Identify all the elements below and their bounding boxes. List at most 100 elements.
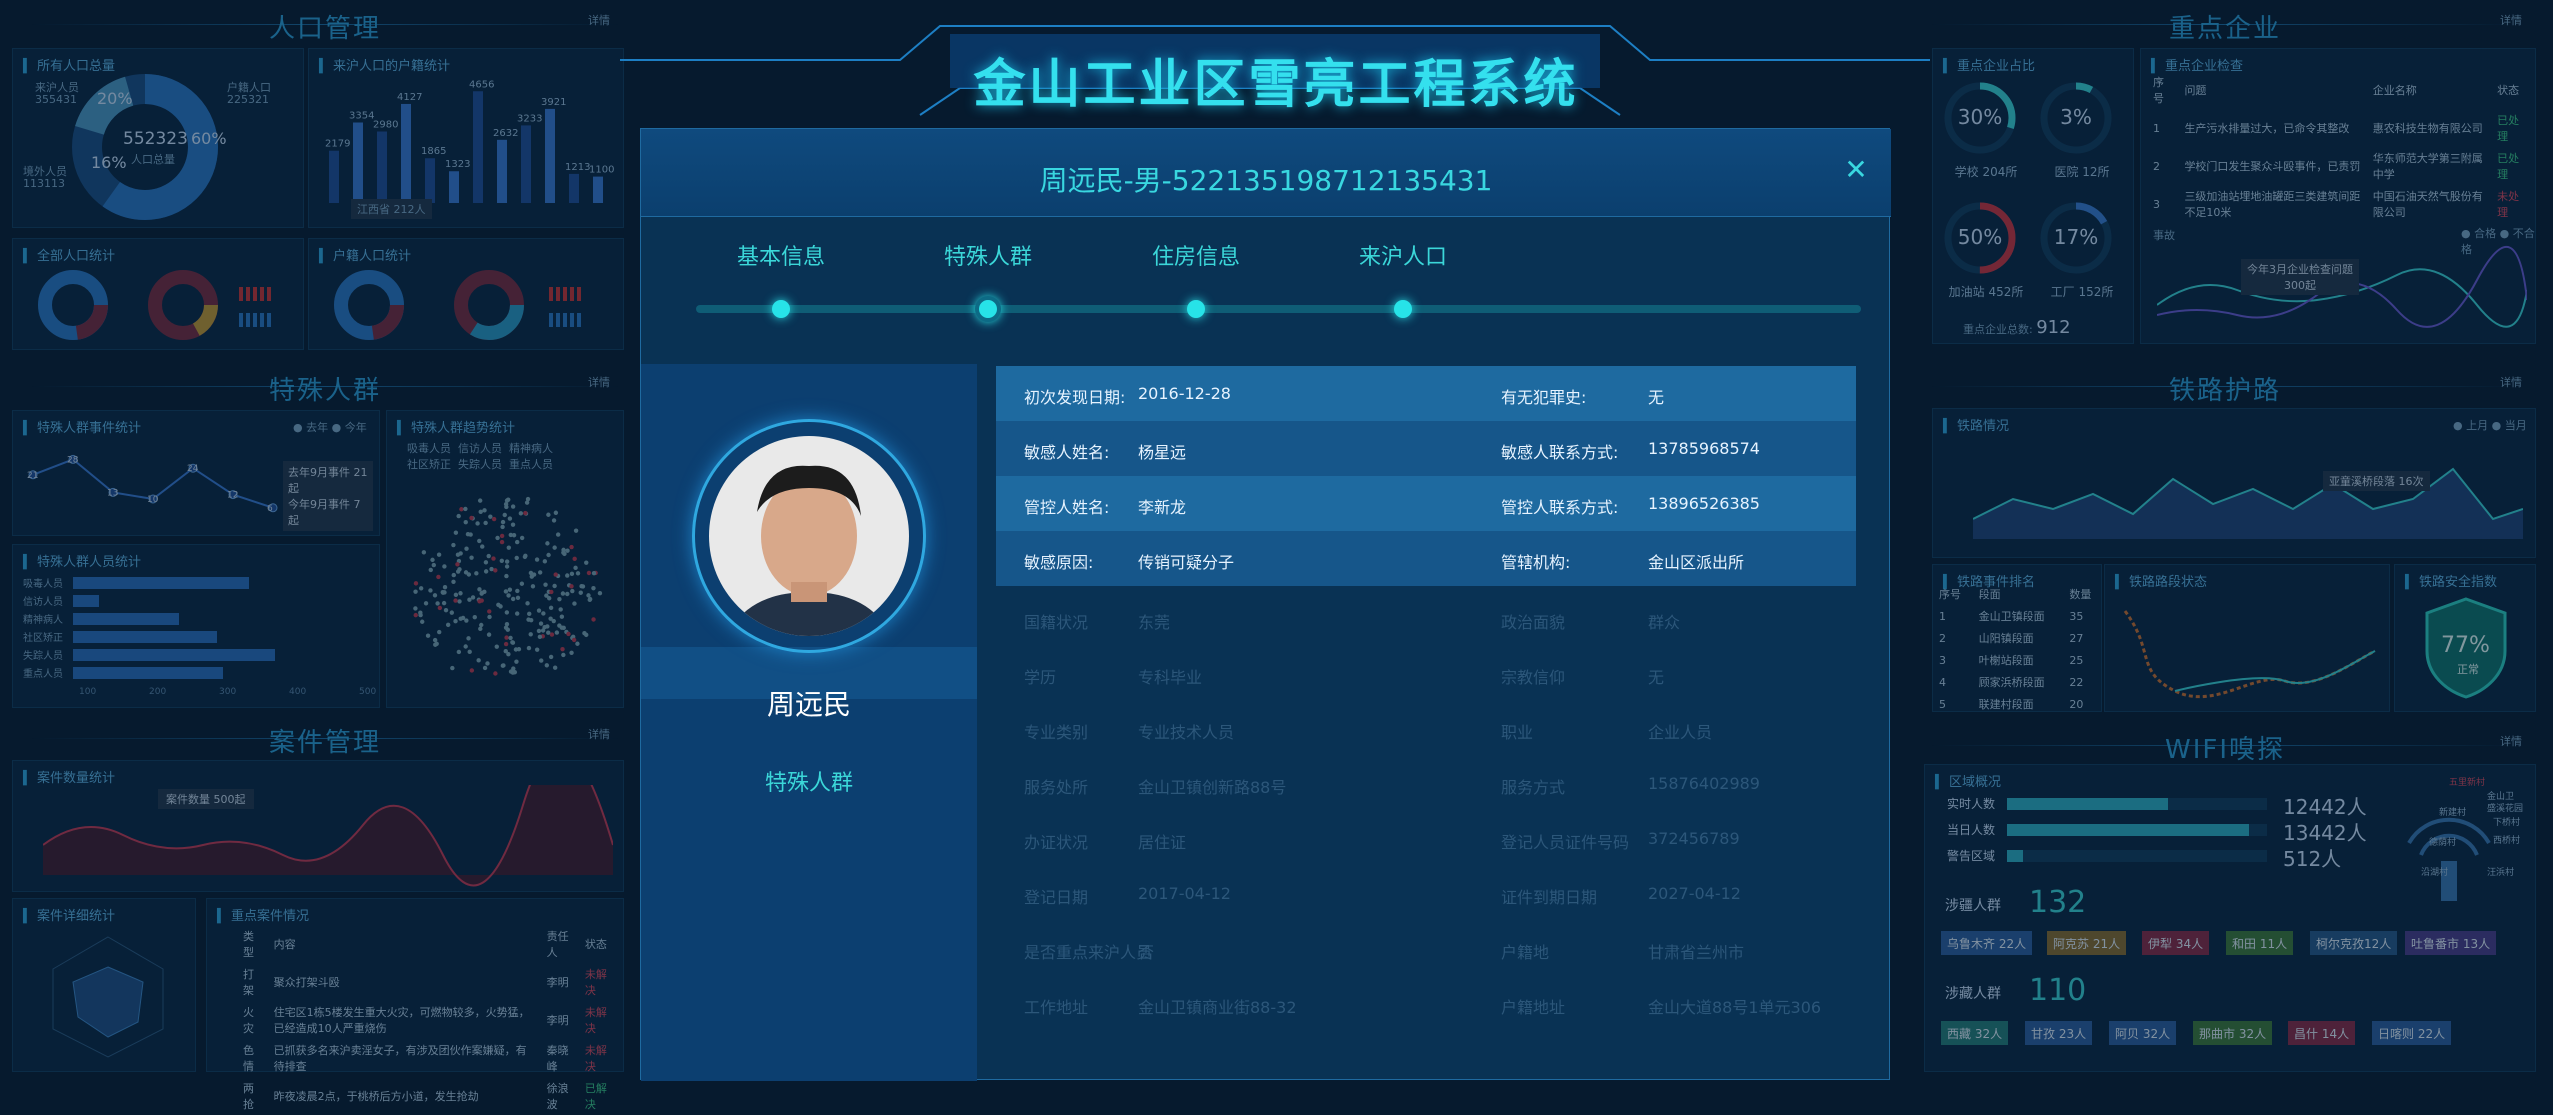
field-label: 敏感原因: xyxy=(1024,553,1094,572)
scatter-point xyxy=(483,560,489,565)
scatter-point xyxy=(451,579,456,584)
panel-migrant-stats: 来沪人口的户籍统计 2179 33542980 4127 1865 1323 4656 26… xyxy=(308,48,624,228)
table-row[interactable]: 1 生产污水排量过大，已命令其整改 惠农科技生物有限公司 已处理 xyxy=(2147,109,2531,147)
legend-item: 重点人员 xyxy=(509,458,553,471)
table-row[interactable]: 2 山阳镇段面 27 xyxy=(1933,627,2103,649)
scatter-point xyxy=(499,558,505,563)
scatter-point xyxy=(513,647,519,652)
scatter-point xyxy=(455,562,460,567)
table-row[interactable]: 3 叶榭站段面 25 xyxy=(1933,649,2103,671)
detail-link[interactable]: 详情 xyxy=(588,726,610,742)
scatter-point xyxy=(453,619,458,624)
scatter-point xyxy=(504,573,509,579)
scatter-point xyxy=(413,612,418,618)
cell: 秦晓峰 xyxy=(546,1044,569,1073)
scatter-point xyxy=(502,512,507,518)
scatter-point xyxy=(476,658,481,663)
cell: 金山卫镇段面 xyxy=(1978,610,2045,623)
detail-link[interactable]: 详情 xyxy=(2500,12,2522,28)
faded-field-label: 是否重点来沪人员 xyxy=(1024,943,1153,962)
scatter-point xyxy=(479,622,484,628)
faded-field-value: 372456789 xyxy=(1648,829,1740,848)
region-tag[interactable]: 阿克苏 21人 xyxy=(2047,931,2127,955)
table-row[interactable]: 两抢 昨夜凌晨2点，于桃桥后方小道，发生抢劫 徐浪波 已解决 xyxy=(237,1077,617,1115)
scatter-point xyxy=(450,665,455,671)
scatter-point xyxy=(565,548,570,553)
region-tag[interactable]: 吐鲁番市 13人 xyxy=(2405,931,2497,955)
table-row[interactable]: 色情 已抓获多名来沪卖淫女子，有涉及团伙作案嫌疑，有待排查 秦晓峰 未解决 xyxy=(237,1039,617,1077)
region-tag[interactable]: 柯尔克孜12人 xyxy=(2310,931,2398,955)
table-row[interactable]: 2 学校门口发生聚众斗殴事件，已责罚 华东师范大学第三附属中学 已处理 xyxy=(2147,147,2531,185)
legend-last-year: 去年 xyxy=(306,421,329,434)
region-tag[interactable]: 日喀则 22人 xyxy=(2372,1021,2452,1045)
region-tag[interactable]: 阿贝 32人 xyxy=(2109,1021,2177,1045)
tab-migrant-population[interactable]: 来沪人口 xyxy=(1323,239,1483,271)
region-tag[interactable]: 乌鲁木齐 22人 xyxy=(1941,931,2033,955)
table-row[interactable]: 火灾 住宅区1栋5楼发生重大火灾，可燃物较多，火势猛，已经造成10人严重烧伤 李明 未… xyxy=(237,1001,617,1039)
scatter-point xyxy=(584,632,589,638)
table-row[interactable]: 4 顾家浜桥段面 22 xyxy=(1933,671,2103,693)
detail-link[interactable]: 详情 xyxy=(2500,374,2522,390)
scatter-point xyxy=(553,510,559,515)
region-tag[interactable]: 伊犁 34人 xyxy=(2142,931,2210,955)
bar xyxy=(521,125,531,203)
region-tag[interactable]: 和田 11人 xyxy=(2226,931,2294,955)
scatter-point xyxy=(459,507,464,512)
bar-label: 2632 xyxy=(493,128,518,139)
faded-field-label: 服务方式 xyxy=(1501,778,1566,797)
bar xyxy=(329,150,339,203)
faded-field-value: 群众 xyxy=(1648,613,1681,632)
table-row[interactable]: 5 联建村段面 20 xyxy=(1933,693,2103,715)
scatter-point xyxy=(503,641,509,647)
col-header: 数量 xyxy=(2069,588,2092,601)
scatter-point xyxy=(478,509,483,514)
tab-dot-active[interactable] xyxy=(975,296,1001,322)
map-label: 新建村 xyxy=(2439,808,2467,818)
scatter-point xyxy=(570,588,575,594)
avatar xyxy=(709,436,909,636)
panel-total-population: 所有人口总量 552323 人口总量 来沪人员 355431 20% 户籍人口 … xyxy=(12,48,304,228)
table-row[interactable]: 3 三级加油站埋地油罐距三类建筑间距不足10米 中国石油天然气股份有限公司 未处理 xyxy=(2147,185,2531,223)
col-header: 内容 xyxy=(273,938,296,951)
region-tag[interactable]: 甘孜 23人 xyxy=(2025,1021,2093,1045)
section-title-railway: 铁路护路 xyxy=(2168,376,2281,406)
scatter-point xyxy=(519,581,525,586)
detail-link[interactable]: 详情 xyxy=(588,374,610,390)
scatter-point xyxy=(569,584,574,589)
close-icon[interactable]: ✕ xyxy=(1841,155,1871,185)
detail-link[interactable]: 详情 xyxy=(2500,733,2522,749)
faded-field-label: 工作地址 xyxy=(1024,998,1089,1017)
field-value: 杨星远 xyxy=(1138,443,1187,462)
scatter-point xyxy=(514,555,519,561)
tab-dot[interactable] xyxy=(1394,300,1412,318)
map-label: 沿湖村 xyxy=(2421,868,2449,878)
person-name: 周远民 xyxy=(766,688,851,721)
status-cell: 已处理 xyxy=(2497,114,2520,143)
tab-special-population[interactable]: 特殊人群 xyxy=(908,239,1068,271)
panel-special-stats: 特殊人群人员统计 吸毒人员信访人员精神病人社区矫正失踪人员重点人员 100 200 3… xyxy=(12,544,380,708)
table-row[interactable]: 1 金山卫镇段面 35 xyxy=(1933,605,2103,627)
region-tag[interactable]: 西藏 32人 xyxy=(1941,1021,2009,1045)
tab-dot[interactable] xyxy=(772,300,790,318)
tooltip-label: 今年3月企业检查问题 xyxy=(2247,263,2353,276)
scatter-point xyxy=(552,665,558,670)
region-tag[interactable]: 昌什 14人 xyxy=(2288,1021,2356,1045)
bar xyxy=(73,613,179,625)
tab-housing-info[interactable]: 住房信息 xyxy=(1116,239,1276,271)
bar-label: 1100 xyxy=(589,165,614,176)
scatter-point xyxy=(515,588,520,594)
scatter-point xyxy=(562,551,567,557)
scatter-point xyxy=(561,652,566,658)
enterprise-check-table: 序号 问题 企业名称 状态 1 生产污水排量过大，已命令其整改 惠农科技生物有限公司 已处理… xyxy=(2147,71,2531,223)
scatter-point xyxy=(580,584,586,589)
total-label: 重点企业总数: xyxy=(1963,323,2033,336)
tab-basic-info[interactable]: 基本信息 xyxy=(701,239,861,271)
tab-dot[interactable] xyxy=(1187,300,1205,318)
table-row[interactable]: 打架 聚众打架斗殴 李明 未解决 xyxy=(237,963,617,1001)
cell: 3 xyxy=(1939,653,1946,667)
cell: 打架 xyxy=(243,968,254,997)
scatter-point xyxy=(559,625,565,630)
detail-link[interactable]: 详情 xyxy=(588,12,610,28)
scatter-point xyxy=(487,609,492,614)
region-tag[interactable]: 那曲市 32人 xyxy=(2193,1021,2273,1045)
